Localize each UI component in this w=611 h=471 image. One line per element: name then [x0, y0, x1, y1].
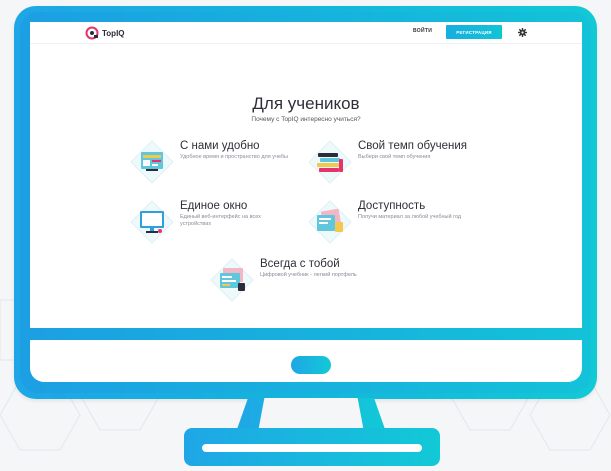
feature-description: Удобное время и пространство для учебы — [180, 154, 288, 160]
feature-single-window: Единое окно Единый веб-интерфейс на всех… — [130, 200, 292, 244]
feature-title: Доступность — [358, 200, 426, 212]
feature-title: Свой темп обучения — [358, 140, 468, 152]
logo-text: TopIQ — [102, 28, 125, 38]
register-button[interactable]: РЕГИСТРАЦИЯ — [446, 25, 502, 39]
feature-convenient: С нами удобно Удобное время и пространст… — [130, 140, 292, 184]
calendar-icon — [130, 140, 174, 184]
feature-description: Единый веб-интерфейс на всех устройствах — [180, 214, 261, 227]
page-subtitle: Почему с TopIQ интересно учиться? — [251, 116, 361, 123]
feature-title: Всегда с тобой — [260, 258, 340, 270]
topiq-logo-icon — [85, 26, 99, 40]
login-link[interactable]: ВОЙТИ — [413, 28, 432, 34]
feature-description: Цифровой учебник - легкий портфель — [260, 272, 357, 278]
feature-always-with-you: Всегда с тобой Цифровой учебник - легкий… — [210, 258, 400, 302]
monitor-screen: TopIQ ВОЙТИ РЕГИСТРАЦИЯ Для учеников Поч… — [30, 22, 582, 328]
feature-description: Выбери свой темп обучения — [358, 154, 431, 160]
gear-icon[interactable] — [518, 28, 527, 37]
logo[interactable]: TopIQ — [85, 26, 125, 40]
feature-accessibility: Доступность Получи материал за любой уче… — [308, 200, 468, 244]
page-title: Для учеников — [252, 94, 360, 113]
feature-own-pace: Свой темп обучения Выбери свой темп обуч… — [308, 140, 468, 184]
monitor-icon — [130, 200, 174, 244]
feature-title: Единое окно — [180, 200, 248, 212]
monitor-power-button — [291, 356, 331, 374]
documents-icon — [308, 200, 352, 244]
feature-title: С нами удобно — [180, 140, 260, 152]
textbook-icon — [210, 258, 254, 302]
site-header: TopIQ ВОЙТИ РЕГИСТРАЦИЯ — [30, 22, 582, 44]
feature-description: Получи материал за любой учебный год — [358, 214, 462, 220]
books-icon — [308, 140, 352, 184]
